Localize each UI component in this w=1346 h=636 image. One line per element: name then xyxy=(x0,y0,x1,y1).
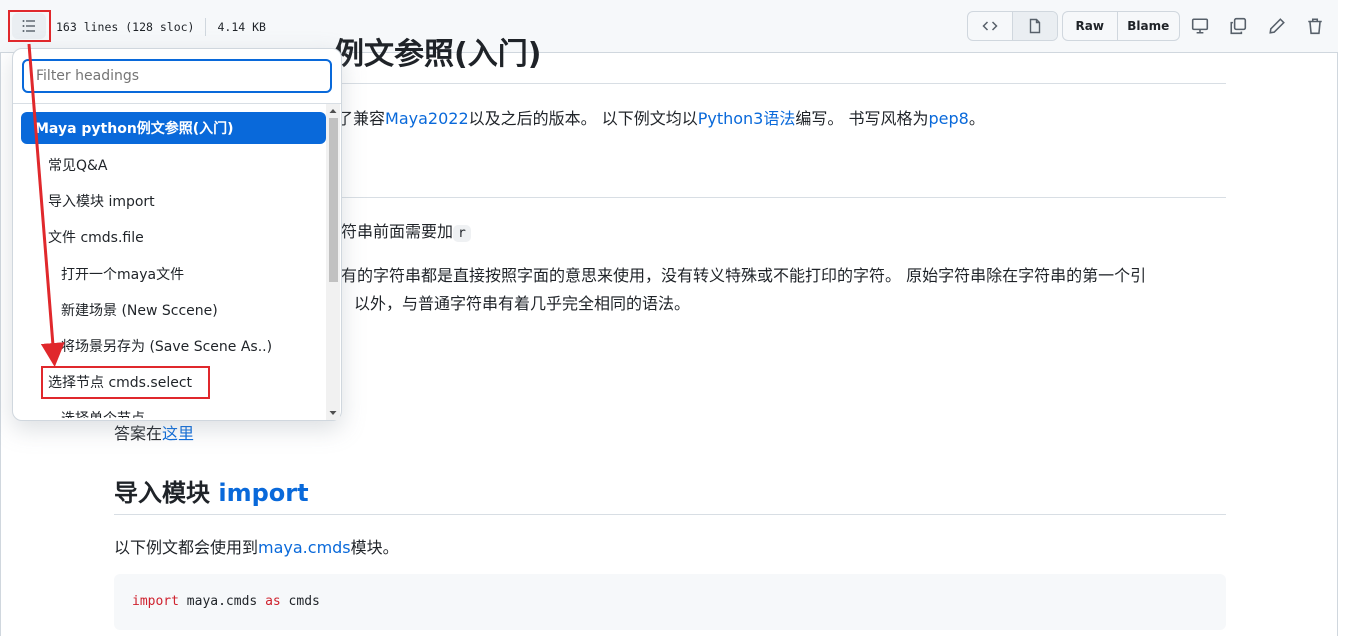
annotation-arrow xyxy=(27,43,65,367)
